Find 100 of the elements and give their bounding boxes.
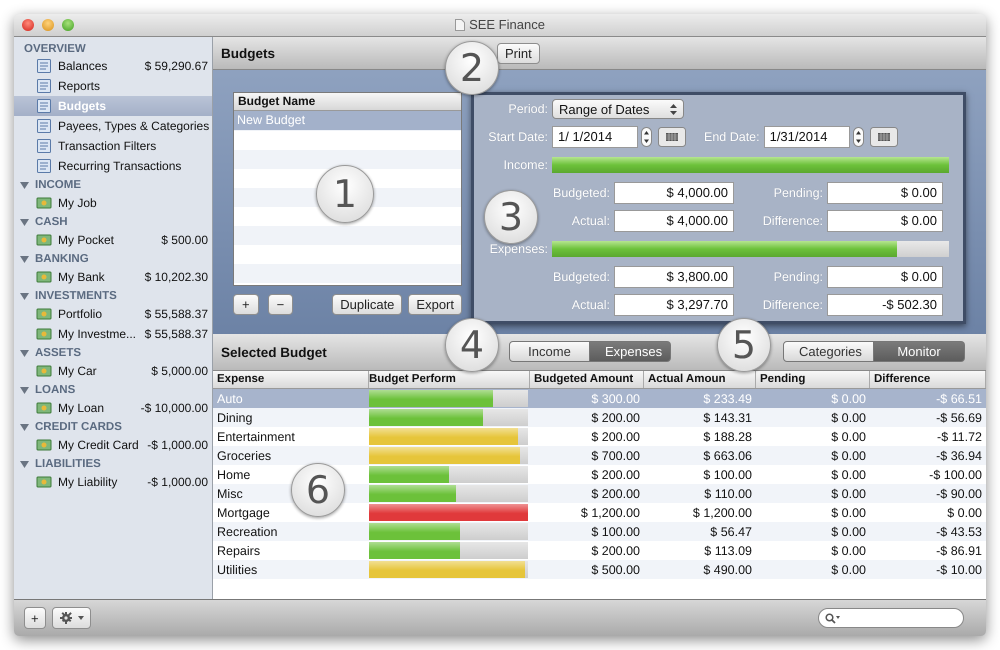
table-row[interactable]: Recreation $ 100.00 $ 56.47 $ 0.00 -$ 43.53 [213,522,986,541]
sidebar-item[interactable]: My Bank $ 10,202.30 [14,267,212,287]
table-cell-text: $ 200.00 [590,430,641,444]
segment-tab[interactable]: Income [509,341,590,362]
table-cell-text: $ 100.00 [590,524,641,538]
print-button[interactable]: Print [497,42,540,64]
table-cell-text: $ 200.00 [590,486,641,500]
disclosure-triangle-icon[interactable] [20,386,29,394]
date-field[interactable]: 1/31/2014 [764,126,850,148]
stepper-icon[interactable] [641,127,652,147]
table-row[interactable]: Groceries $ 700.00 $ 663.06 $ 0.00 -$ 36.94 [213,446,986,465]
calendar-icon[interactable] [870,127,898,147]
segment-tab[interactable]: Expenses [590,341,671,362]
duplicate-button[interactable]: Duplicate [332,294,402,315]
field-label: Difference: [762,298,823,312]
field-label: Actual: [570,214,610,228]
add-button[interactable]: + [24,607,46,629]
table-cell-text: $ 188.28 [702,430,753,444]
period-dropdown[interactable]: Range of Dates [552,99,684,119]
sidebar-item[interactable]: My Liability -$ 1,000.00 [14,472,212,492]
ledger-icon [36,158,52,174]
sidebar-item[interactable]: Transaction Filters [14,136,212,156]
table-cell-text: $ 0.00 [830,486,867,500]
table-row[interactable]: Dining $ 200.00 $ 143.31 $ 0.00 -$ 56.69 [213,408,986,427]
sidebar-item[interactable]: Reports [14,76,212,96]
amount-field[interactable]: $ 0.00 [827,266,943,288]
callout-number: 6 [291,463,345,517]
ledger-icon [36,138,52,154]
disclosure-triangle-icon[interactable] [20,180,29,190]
table-cell-text: $ 0.00 [946,506,983,520]
table-cell-text: $ 143.31 [702,410,753,424]
table-cell-text: -$ 90.00 [935,486,983,500]
segment-tab[interactable]: Categories [783,341,874,362]
table-cell-text: $ 500.00 [590,562,641,576]
calendar-icon[interactable] [658,127,686,147]
table-cell-text: $ 0.00 [830,430,867,444]
table-cell-text: $ 490.00 [702,562,753,576]
disclosure-triangle-icon[interactable] [20,460,29,468]
disclosure-triangle-icon[interactable] [20,348,29,358]
export-button[interactable]: Export [408,294,462,315]
column-header[interactable]: Expense [213,371,369,388]
amount-field[interactable]: -$ 502.30 [827,294,943,316]
sidebar-item[interactable]: My Loan -$ 10,000.00 [14,398,212,418]
zoom-button[interactable] [62,19,74,31]
disclosure-triangle-icon[interactable] [20,218,29,226]
disclosure-triangle-icon[interactable] [20,254,29,264]
column-header[interactable]: Budgeted Amount [530,371,644,388]
amount-field[interactable]: $ 3,297.70 [614,294,734,316]
date-field[interactable]: 1/ 1/2014 [552,126,638,148]
account-icon [36,400,52,416]
ledger-icon [36,118,52,134]
sidebar-item[interactable]: My Investme... $ 55,588.37 [14,324,212,344]
section-header: INVESTMENTS [35,290,117,302]
close-button[interactable] [22,19,34,31]
segment-tab[interactable]: Monitor [874,341,965,362]
sidebar-item[interactable]: My Car $ 5,000.00 [14,361,212,381]
column-header: Budget Name [234,93,461,111]
table-cell-text: Auto [216,392,244,406]
amount-field[interactable]: $ 4,000.00 [614,210,734,232]
table-cell-text: -$ 100.00 [928,468,983,482]
disclosure-triangle-icon[interactable] [20,422,29,432]
stepper-icon[interactable] [852,127,864,147]
column-header[interactable]: Actual Amoun [644,371,756,388]
search-icon [825,612,841,624]
field-label: Budgeted: [552,270,610,284]
table-row[interactable]: Entertainment $ 200.00 $ 188.28 $ 0.00 -$ 11.72 [213,427,986,446]
sidebar-item[interactable]: My Job [14,193,212,213]
sidebar-item[interactable]: Payees, Types & Categories [14,116,212,136]
callout-number: 1 [316,165,374,223]
table-cell-text: $ 663.06 [702,448,753,462]
sidebar-item[interactable]: Portfolio $ 55,588.37 [14,304,212,324]
sidebar-item[interactable]: Balances $ 59,290.67 [14,56,212,76]
table-cell-text: -$ 86.91 [935,544,983,558]
column-header[interactable]: Pending [756,371,870,388]
document-icon [455,18,466,30]
table-cell-text: $ 0.00 [830,468,867,482]
amount-field[interactable]: $ 0.00 [827,182,943,204]
column-header[interactable]: Budget Perform [369,371,530,388]
table-cell-text: $ 0.00 [830,524,867,538]
amount-field[interactable]: $ 3,800.00 [614,266,734,288]
table-cell-text: -$ 56.69 [935,410,983,424]
search-field[interactable] [818,608,964,628]
column-header[interactable]: Difference [870,371,986,388]
table-cell-text: $ 700.00 [590,448,641,462]
table-cell-text: $ 0.00 [830,410,867,424]
sidebar-item[interactable]: My Pocket $ 500.00 [14,230,212,250]
remove-button[interactable]: − [268,294,294,315]
table-cell-text: Utilities [216,562,258,576]
table-cell-text: Recreation [216,524,278,538]
table-row[interactable]: Utilities $ 500.00 $ 490.00 $ 0.00 -$ 10.00 [213,560,986,579]
disclosure-triangle-icon[interactable] [20,292,29,300]
add-button[interactable]: + [233,294,259,315]
settings-button[interactable] [52,607,91,629]
sidebar-item[interactable]: My Credit Card -$ 1,000.00 [14,435,212,455]
sidebar-item[interactable]: Recurring Transactions [14,156,212,176]
amount-field[interactable]: $ 4,000.00 [614,182,734,204]
amount-field[interactable]: $ 0.00 [827,210,943,232]
account-icon [36,195,52,211]
window-title: SEE Finance [469,17,545,32]
table-row[interactable]: Repairs $ 200.00 $ 113.09 $ 0.00 -$ 86.91 [213,541,986,560]
